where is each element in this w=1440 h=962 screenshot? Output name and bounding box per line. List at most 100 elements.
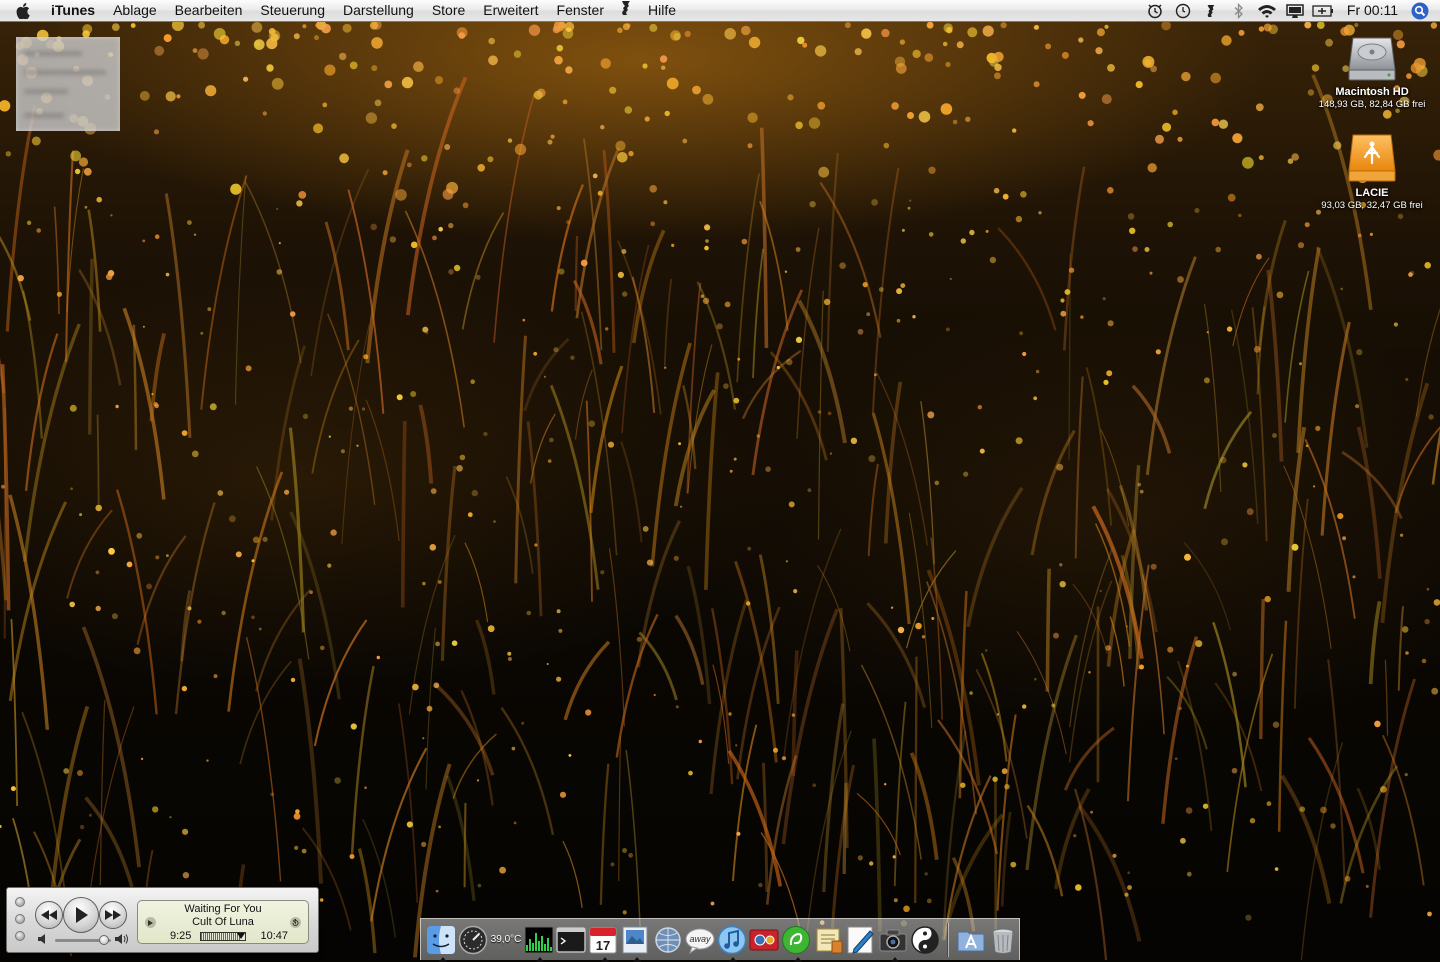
grass-blade [11, 619, 17, 806]
previous-track-button[interactable] [35, 901, 63, 929]
bokeh-dot [390, 236, 396, 242]
bokeh-dot [272, 78, 284, 90]
trash-icon [988, 925, 1018, 955]
menu-clock[interactable]: Fr 00:11 [1337, 0, 1410, 21]
bokeh-dot [0, 100, 10, 111]
track-progress-bar[interactable] [200, 932, 246, 941]
bokeh-dot [874, 373, 877, 376]
menu-erweitert[interactable]: Erweitert [474, 0, 547, 21]
grass-blade [151, 333, 164, 421]
zoom-button[interactable] [15, 931, 25, 941]
bokeh-dot [1069, 268, 1074, 273]
desktop-drive-lacie[interactable]: LACIE 93,03 GB, 32,47 GB frei [1302, 131, 1440, 212]
bokeh-dot [1427, 588, 1430, 591]
dock-itunes[interactable] [716, 924, 747, 956]
play-button[interactable] [63, 897, 99, 933]
volume-slider[interactable] [55, 939, 111, 942]
bokeh-dot [448, 269, 454, 275]
bokeh-dot [1358, 234, 1362, 238]
dock-applications-folder[interactable] [955, 924, 986, 956]
bluetooth-status[interactable] [1228, 0, 1250, 21]
bokeh-dot [557, 609, 561, 613]
bokeh-dot [1330, 823, 1335, 828]
dock-ical[interactable]: 17 [588, 924, 619, 956]
itunes-mini-player[interactable]: Waiting For You Cult Of Luna 9:25 10:47 [6, 887, 319, 953]
timemachine-status[interactable] [1144, 0, 1166, 21]
dock-terminal[interactable] [555, 924, 586, 956]
bokeh-dot [436, 890, 439, 893]
menu-hilfe[interactable]: Hilfe [639, 0, 685, 21]
grass-blade [1322, 322, 1349, 535]
menu-app-itunes[interactable]: iTunes [42, 0, 104, 21]
grass-blade [1433, 271, 1440, 485]
bokeh-dot [89, 814, 92, 817]
blurred-line [24, 51, 82, 56]
away-icon: away [685, 925, 715, 955]
bokeh-dot [384, 81, 392, 89]
dock-pen[interactable] [845, 924, 876, 956]
volume-slider-knob[interactable] [99, 935, 109, 945]
temperature-monitor[interactable]: 39,0°C [489, 934, 522, 945]
script-status[interactable] [1200, 0, 1222, 21]
dock-finder[interactable] [426, 924, 457, 956]
bokeh-dot [294, 33, 300, 39]
blurred-widget[interactable] [16, 37, 120, 131]
snapback-button[interactable] [290, 917, 301, 928]
bokeh-dot [276, 208, 278, 210]
bokeh-dot [643, 526, 649, 532]
menu-bearbeiten[interactable]: Bearbeiten [166, 0, 252, 21]
bokeh-dot [621, 249, 626, 254]
menu-script[interactable] [613, 0, 639, 22]
menu-darstellung[interactable]: Darstellung [334, 0, 423, 21]
apple-menu[interactable] [0, 3, 42, 19]
spotlight-button[interactable] [1410, 1, 1430, 21]
bokeh-dot [214, 674, 218, 678]
sync-status[interactable] [1172, 0, 1194, 21]
bokeh-dot [1060, 581, 1066, 587]
bokeh-dot [236, 551, 242, 557]
bokeh-dot [142, 240, 145, 243]
close-button[interactable] [15, 897, 25, 907]
bokeh-dot [1228, 194, 1236, 202]
bokeh-dot [427, 706, 433, 712]
bokeh-dot [824, 299, 830, 305]
dock-dashboard[interactable] [458, 924, 489, 956]
menu-store[interactable]: Store [423, 0, 474, 21]
dock-photobooth[interactable] [749, 924, 780, 956]
wifi-status[interactable] [1256, 0, 1278, 21]
dock-trash[interactable] [987, 924, 1018, 956]
bokeh-dot [746, 601, 750, 605]
desktop-drive-macintosh-hd[interactable]: Macintosh HD 148,93 GB, 82,84 GB frei [1302, 30, 1440, 111]
menu-steuerung[interactable]: Steuerung [251, 0, 334, 21]
dock-network[interactable] [652, 924, 683, 956]
bokeh-dot [80, 825, 84, 829]
bokeh-dot [728, 712, 731, 715]
bokeh-dot [341, 449, 345, 453]
bokeh-dot [749, 37, 760, 48]
playhead-knob[interactable] [237, 933, 245, 939]
grass-blade [235, 176, 245, 405]
dock-adium[interactable] [781, 924, 812, 956]
dock-activity-monitor[interactable] [523, 924, 554, 956]
dock-camera[interactable] [878, 924, 909, 956]
dock-notes[interactable] [813, 924, 844, 956]
bokeh-dot [407, 821, 413, 827]
battery-status[interactable] [1312, 0, 1334, 21]
bokeh-dot [600, 570, 604, 574]
minimize-button[interactable] [15, 914, 25, 924]
bokeh-dot [1405, 378, 1408, 381]
display-status[interactable] [1284, 0, 1306, 21]
dock-yinyang[interactable] [910, 924, 941, 956]
dock-away[interactable]: away [684, 924, 715, 956]
menu-ablage[interactable]: Ablage [104, 0, 166, 21]
bokeh-dot [431, 488, 437, 494]
bokeh-dot [817, 102, 825, 110]
display-toggle-button[interactable] [145, 917, 156, 928]
bokeh-dot [943, 42, 948, 47]
dock-preview[interactable] [620, 924, 651, 956]
menu-fenster[interactable]: Fenster [548, 0, 613, 21]
bokeh-dot [375, 100, 382, 107]
grass-blade [67, 510, 112, 598]
next-track-button[interactable] [99, 901, 127, 929]
bokeh-dot [941, 103, 953, 115]
